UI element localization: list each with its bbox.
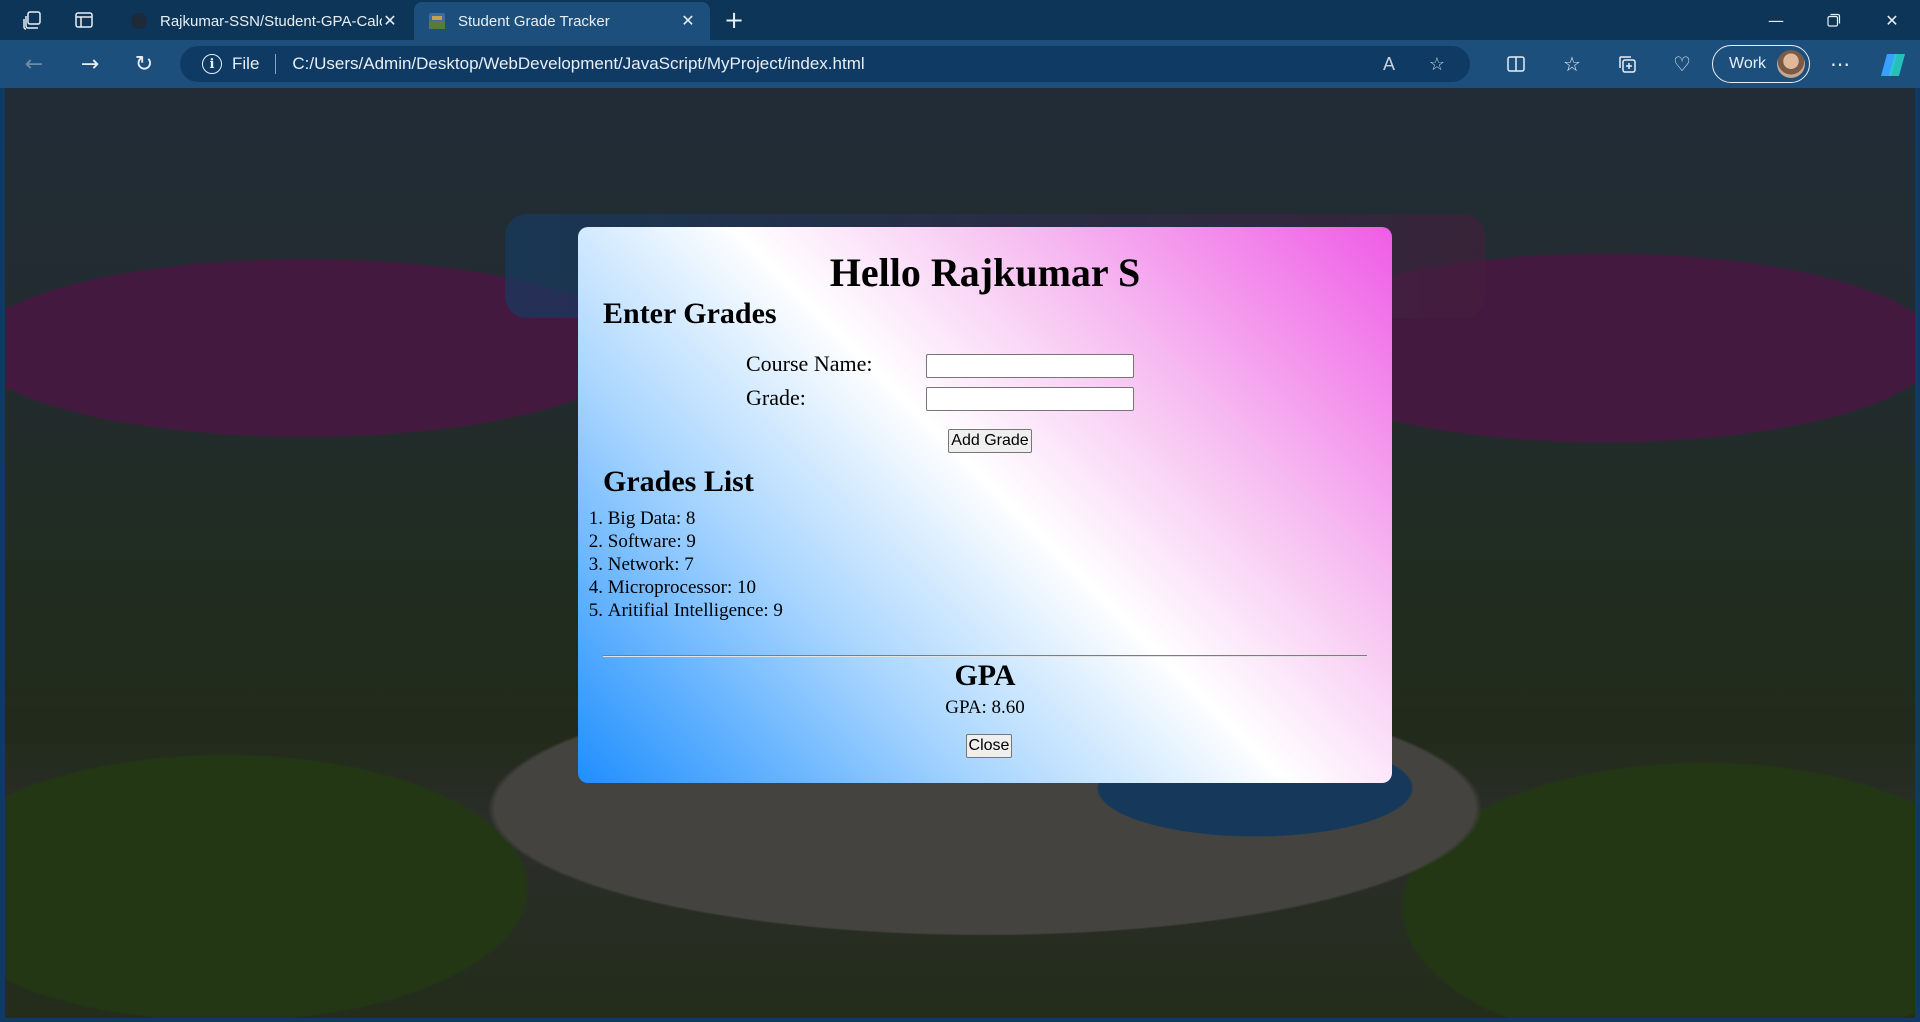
tab-title: Student Grade Tracker [458, 12, 610, 30]
list-item-text: Microprocessor: 10 [607, 577, 757, 598]
address-bar[interactable]: i File C:/Users/Admin/Desktop/WebDevelop… [180, 46, 1470, 82]
tab-title: Rajkumar-SSN/Student-GPA-Calc [160, 12, 382, 30]
list-item-text: Big Data: 8 [607, 508, 696, 529]
list-item-text: Network: 7 [607, 554, 694, 575]
new-tab-icon[interactable]: + [722, 6, 746, 34]
window-close-icon[interactable]: ✕ [1864, 0, 1920, 40]
greeting-heading: Hello Rajkumar S [829, 250, 1141, 295]
grade-tracker-modal: Hello Rajkumar S Enter Grades Course Nam… [578, 227, 1392, 783]
address-separator [275, 54, 277, 74]
restore-icon[interactable] [1806, 0, 1862, 40]
list-item: 2. Software: 9 [586, 530, 783, 553]
info-icon[interactable]: i [202, 54, 222, 74]
tab-bar: Rajkumar-SSN/Student-GPA-Calc ✕ Student … [0, 0, 1920, 40]
course-name-input[interactable] [926, 354, 1134, 378]
page-viewport: Hello Rajkumar S Enter Grades Course Nam… [5, 88, 1915, 1018]
back-icon[interactable]: ← [20, 50, 48, 78]
close-button[interactable]: Close [966, 734, 1012, 758]
profile-label: Work [1729, 55, 1767, 72]
copilot-icon[interactable] [1878, 52, 1908, 78]
add-grade-button[interactable]: Add Grade [948, 429, 1032, 453]
navigation-bar: ← → ↻ i File C:/Users/Admin/Desktop/WebD… [0, 40, 1920, 88]
grade-label: Grade: [746, 385, 806, 410]
close-tab-icon[interactable]: ✕ [680, 11, 696, 31]
split-screen-icon[interactable] [1502, 50, 1530, 78]
gpa-value: GPA: 8.60 [945, 697, 1025, 718]
scheme-label: File [232, 54, 260, 73]
course-name-label: Course Name: [746, 351, 873, 376]
read-aloud-icon[interactable]: A [1374, 54, 1404, 75]
workspaces-icon[interactable] [20, 8, 44, 32]
github-icon [130, 12, 148, 30]
list-item-text: Software: 9 [607, 531, 696, 552]
tab-student-grade-tracker[interactable]: Student Grade Tracker ✕ [414, 2, 710, 40]
url-text[interactable]: C:/Users/Admin/Desktop/WebDevelopment/Ja… [292, 54, 1374, 74]
tab-github[interactable]: Rajkumar-SSN/Student-GPA-Calc ✕ [116, 2, 412, 40]
profile-button[interactable]: Work [1712, 45, 1810, 83]
list-item: 1. Big Data: 8 [586, 507, 783, 530]
divider [603, 655, 1367, 657]
list-item-number: 5. [588, 600, 603, 621]
list-item-number: 2. [588, 531, 603, 552]
list-item-text: Aritifial Intelligence: 9 [607, 600, 783, 621]
list-item: 5. Aritifial Intelligence: 9 [586, 599, 783, 622]
more-icon[interactable]: ⋯ [1826, 50, 1854, 78]
list-item: 3. Network: 7 [586, 553, 783, 576]
close-tab-icon[interactable]: ✕ [382, 11, 398, 31]
list-item-number: 3. [588, 554, 603, 575]
enter-grades-heading: Enter Grades [603, 297, 777, 330]
forward-icon[interactable]: → [76, 50, 104, 78]
minimize-icon[interactable]: — [1748, 0, 1804, 40]
gpa-heading: GPA [954, 659, 1016, 692]
grades-list-heading: Grades List [603, 465, 754, 498]
list-item: 4. Microprocessor: 10 [586, 576, 783, 599]
page-favicon-icon [428, 12, 446, 30]
browser-essentials-icon[interactable]: ♡ [1668, 50, 1696, 78]
favorites-icon[interactable]: ☆ [1558, 50, 1586, 78]
grade-input[interactable] [926, 387, 1134, 411]
favorite-star-icon[interactable]: ☆ [1422, 54, 1452, 75]
refresh-icon[interactable]: ↻ [130, 50, 158, 78]
list-item-number: 1. [588, 508, 603, 529]
avatar [1777, 50, 1805, 78]
list-item-number: 4. [588, 577, 603, 598]
grades-list: 1. Big Data: 8 2. Software: 9 3. Network… [586, 507, 783, 622]
tab-actions-icon[interactable] [72, 8, 96, 32]
collections-icon[interactable] [1613, 50, 1641, 78]
